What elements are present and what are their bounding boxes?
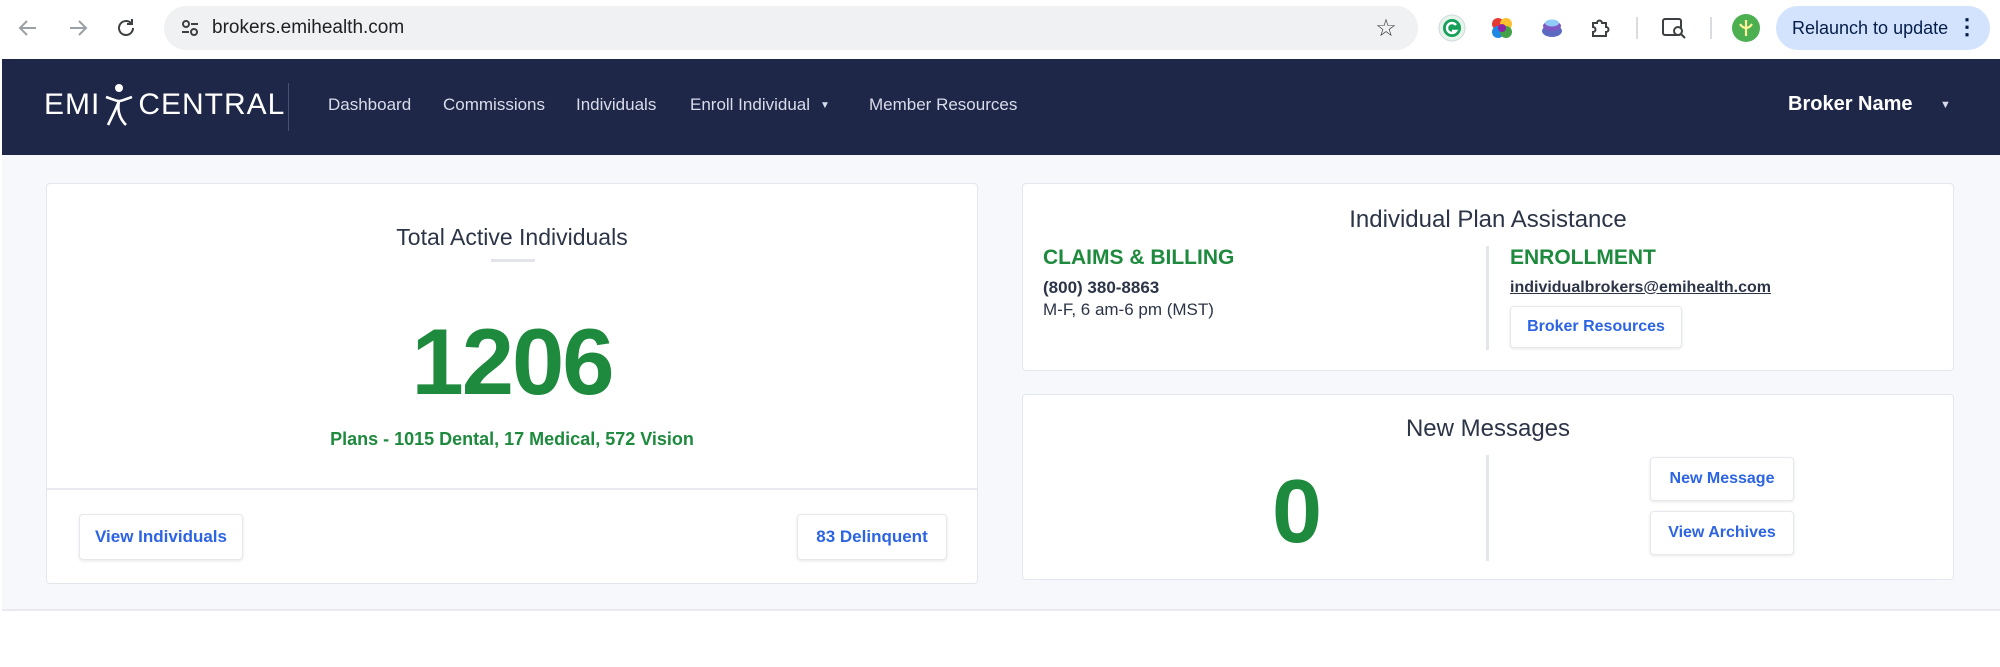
- emi-central-logo[interactable]: EMI CENTRAL: [44, 81, 285, 129]
- bookmark-star-icon[interactable]: ☆: [1372, 14, 1400, 42]
- plan-assistance-card: Individual Plan Assistance CLAIMS & BILL…: [1022, 183, 1954, 371]
- forward-icon[interactable]: [60, 10, 96, 46]
- claims-billing-heading: CLAIMS & BILLING: [1043, 246, 1235, 269]
- reload-icon[interactable]: [108, 10, 144, 46]
- card-title: New Messages: [1405, 415, 1571, 442]
- active-individuals-count: 1206: [411, 309, 614, 414]
- user-caret-icon[interactable]: ▼: [1940, 99, 1951, 111]
- caret-down-icon: ▼: [820, 100, 830, 112]
- new-messages-count: 0: [1271, 462, 1323, 562]
- back-icon[interactable]: [10, 10, 46, 46]
- enrollment-email-link[interactable]: individualbrokers@emihealth.com: [1510, 279, 1771, 297]
- logo-figure-icon: [105, 84, 133, 126]
- nav-dashboard[interactable]: Dashboard: [328, 95, 411, 115]
- relaunch-label: Relaunch to update: [1792, 17, 1949, 38]
- new-message-button[interactable]: New Message: [1650, 457, 1794, 501]
- extensions-puzzle-icon[interactable]: [1584, 12, 1616, 44]
- grammarly-extension-icon[interactable]: [1436, 12, 1468, 44]
- user-menu-name[interactable]: Broker Name: [1788, 93, 1913, 116]
- color-extension-icon[interactable]: [1486, 12, 1518, 44]
- claims-phone: (800) 380-8863: [1043, 278, 1160, 297]
- relaunch-button[interactable]: Relaunch to update ⋮: [1776, 6, 1990, 50]
- card-title: Total Active Individuals: [396, 224, 628, 250]
- app-navbar: EMI CENTRAL Dashboard Commissions Indivi…: [2, 59, 2000, 155]
- card-divider: [47, 488, 977, 490]
- view-individuals-button[interactable]: View Individuals: [79, 514, 243, 560]
- plans-breakdown: Plans - 1015 Dental, 17 Medical, 572 Vis…: [330, 429, 694, 449]
- tab-search-icon[interactable]: [1658, 12, 1690, 44]
- title-underline: [491, 259, 535, 262]
- card-title: Individual Plan Assistance: [1349, 206, 1627, 233]
- layers-extension-icon[interactable]: [1536, 12, 1568, 44]
- logo-text-left: EMI: [44, 88, 101, 121]
- logo-text-right: CENTRAL: [138, 88, 286, 121]
- section-divider: [1486, 246, 1489, 350]
- section-divider: [1486, 455, 1489, 561]
- claims-hours: M-F, 6 am-6 pm (MST): [1043, 300, 1214, 319]
- broker-resources-button[interactable]: Broker Resources: [1510, 306, 1682, 348]
- new-messages-card: New Messages 0 New Message View Archives: [1022, 394, 1954, 580]
- menu-kebab-icon[interactable]: ⋮: [1956, 14, 1978, 40]
- site-settings-icon[interactable]: [176, 14, 204, 42]
- nav-divider: [288, 83, 289, 131]
- nav-enroll-individual[interactable]: Enroll Individual ▼: [690, 95, 830, 115]
- view-archives-button[interactable]: View Archives: [1650, 511, 1794, 555]
- nav-member-resources[interactable]: Member Resources: [869, 95, 1017, 115]
- toolbar-separator: [1710, 17, 1712, 39]
- profile-avatar-icon[interactable]: [1730, 12, 1762, 44]
- total-individuals-card: Total Active Individuals 1206 Plans - 10…: [46, 183, 978, 584]
- toolbar-separator: [1636, 17, 1638, 39]
- delinquent-button[interactable]: 83 Delinquent: [797, 514, 947, 560]
- url-text[interactable]: brokers.emihealth.com: [212, 17, 404, 39]
- nav-individuals[interactable]: Individuals: [576, 95, 656, 115]
- nav-enroll-label: Enroll Individual: [690, 95, 811, 114]
- browser-toolbar: brokers.emihealth.com ☆ Relaunch to upda…: [0, 0, 2000, 59]
- enrollment-heading: ENROLLMENT: [1510, 246, 1656, 269]
- nav-commissions[interactable]: Commissions: [443, 95, 545, 115]
- address-bar[interactable]: brokers.emihealth.com ☆: [164, 6, 1418, 50]
